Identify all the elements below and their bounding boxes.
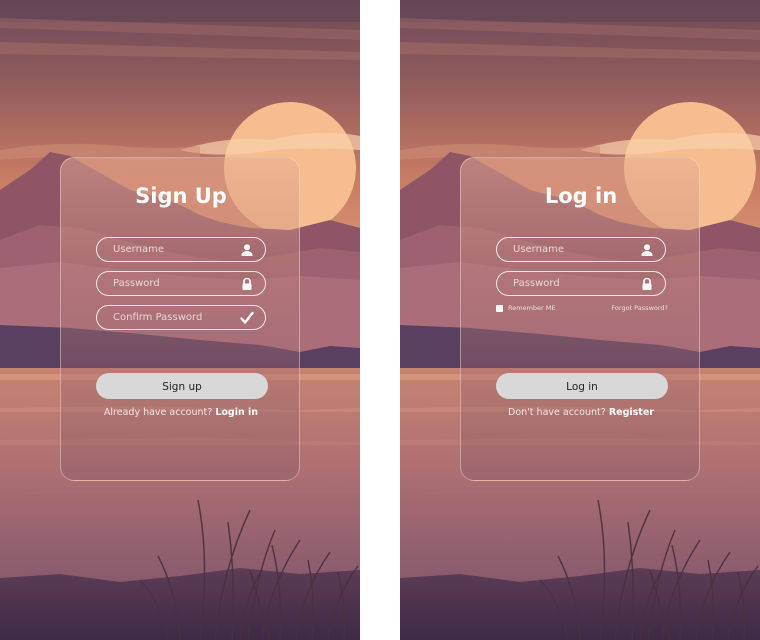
login-prompt-text: Already have account? (103, 407, 213, 418)
remember-checkbox[interactable] (496, 304, 503, 312)
register-prompt-text: Don't have account? (508, 407, 606, 418)
confirm-password-input[interactable] (113, 308, 231, 327)
password-input[interactable] (113, 274, 231, 293)
forgot-password-link[interactable]: Forgot Password? (611, 304, 668, 312)
lock-icon (240, 277, 254, 291)
signup-button[interactable]: Sign up (96, 373, 268, 399)
remember-label: Remember ME (508, 304, 556, 312)
username-field[interactable] (496, 237, 666, 262)
signup-screen: Sign Up Sign up Already have account? Lo… (0, 0, 360, 640)
checkmark-icon (240, 311, 254, 325)
password-field[interactable] (96, 271, 266, 296)
login-button[interactable]: Log in (496, 373, 668, 399)
remember-me[interactable]: Remember ME (496, 304, 555, 312)
login-card: Log in Remember ME Forgot Password? Log … (460, 157, 700, 481)
username-field[interactable] (96, 237, 266, 262)
lock-icon (640, 277, 654, 291)
password-field[interactable] (496, 271, 666, 296)
password-input[interactable] (513, 274, 631, 293)
login-link[interactable]: Login in (215, 407, 258, 418)
user-icon (240, 243, 254, 257)
confirm-password-field[interactable] (96, 305, 266, 330)
page-title: Log in (544, 184, 618, 208)
page-title: Sign Up (135, 184, 227, 208)
login-prompt: Already have account? Login in (61, 407, 301, 418)
username-input[interactable] (513, 240, 631, 259)
login-screen: Log in Remember ME Forgot Password? Log … (400, 0, 760, 640)
register-link[interactable]: Register (609, 407, 654, 418)
login-options: Remember ME Forgot Password? (496, 304, 668, 316)
signup-card: Sign Up Sign up Already have account? Lo… (60, 157, 300, 481)
username-input[interactable] (113, 240, 231, 259)
user-icon (640, 243, 654, 257)
register-prompt: Don't have account? Register (461, 407, 701, 418)
